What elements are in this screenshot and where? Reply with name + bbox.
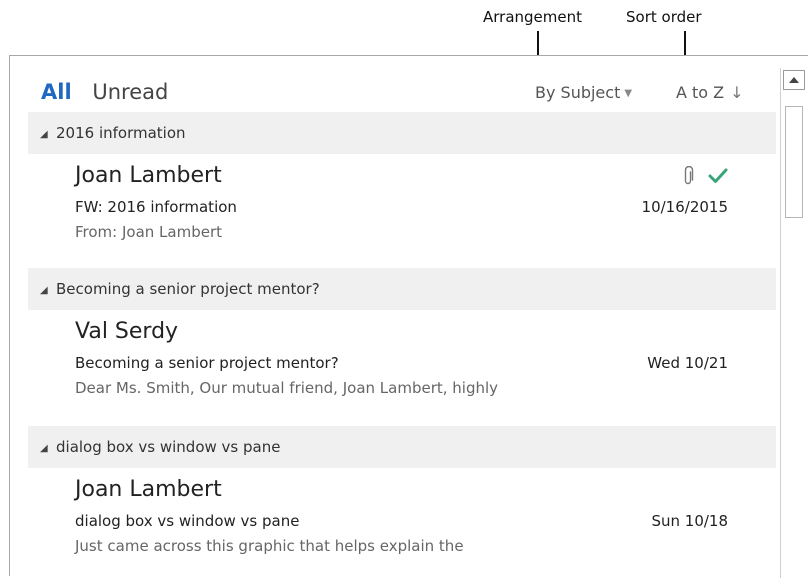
message-preview: Dear Ms. Smith, Our mutual friend, Joan … [75, 379, 499, 397]
message-subject: Becoming a senior project mentor? [75, 354, 339, 372]
filter-bar: All Unread [41, 80, 168, 104]
message-item[interactable]: Joan Lambert FW: 2016 information 10/16/… [28, 156, 776, 256]
collapse-triangle-icon[interactable]: ◢ [28, 428, 56, 470]
filter-unread[interactable]: Unread [92, 80, 168, 104]
message-date: 10/16/2015 [641, 198, 728, 216]
message-preview: From: Joan Lambert [75, 223, 223, 241]
message-list-pane: All Unread By Subject ▼ A to Z ↓ ◢ 2016 inf… [9, 55, 808, 578]
sort-order-toggle[interactable]: A to Z ↓ [676, 83, 744, 102]
message-preview: Just came across this graphic that helps… [75, 537, 464, 555]
group-header-label: 2016 information [56, 124, 186, 142]
group-header-label: Becoming a senior project mentor? [56, 280, 320, 298]
message-sender: Joan Lambert [75, 163, 222, 188]
message-subject: FW: 2016 information [75, 198, 237, 216]
vertical-scrollbar[interactable] [780, 68, 807, 578]
sort-order-label: A to Z [676, 83, 725, 102]
group-header[interactable]: ◢ dialog box vs window vs pane [28, 426, 776, 468]
callout-sort-order: Sort order [626, 8, 702, 26]
filter-all[interactable]: All [41, 80, 72, 104]
message-date: Sun 10/18 [651, 512, 728, 530]
message-sender: Joan Lambert [75, 477, 222, 502]
message-date: Wed 10/21 [647, 354, 728, 372]
paperclip-icon [684, 166, 694, 185]
scroll-thumb[interactable] [785, 106, 803, 218]
scroll-up-button[interactable] [783, 70, 805, 90]
message-item[interactable]: Joan Lambert dialog box vs window vs pan… [28, 470, 776, 570]
message-sender: Val Serdy [75, 319, 179, 344]
checkmark-icon[interactable] [708, 168, 728, 184]
message-item[interactable]: Val Serdy Becoming a senior project ment… [28, 312, 776, 412]
group-header-label: dialog box vs window vs pane [56, 438, 281, 456]
dropdown-caret-icon: ▼ [624, 88, 633, 99]
message-status-icons [682, 166, 728, 186]
group-header[interactable]: ◢ 2016 information [28, 112, 776, 154]
message-subject: dialog box vs window vs pane [75, 512, 300, 530]
collapse-triangle-icon[interactable]: ◢ [28, 114, 56, 156]
sort-arrow-icon: ↓ [730, 83, 744, 102]
group-header[interactable]: ◢ Becoming a senior project mentor? [28, 268, 776, 310]
scroll-up-arrow-icon [789, 77, 799, 83]
arrangement-dropdown[interactable]: By Subject ▼ [535, 83, 632, 102]
arrangement-label: By Subject [535, 83, 621, 102]
callout-arrangement: Arrangement [483, 8, 583, 26]
collapse-triangle-icon[interactable]: ◢ [28, 270, 56, 312]
